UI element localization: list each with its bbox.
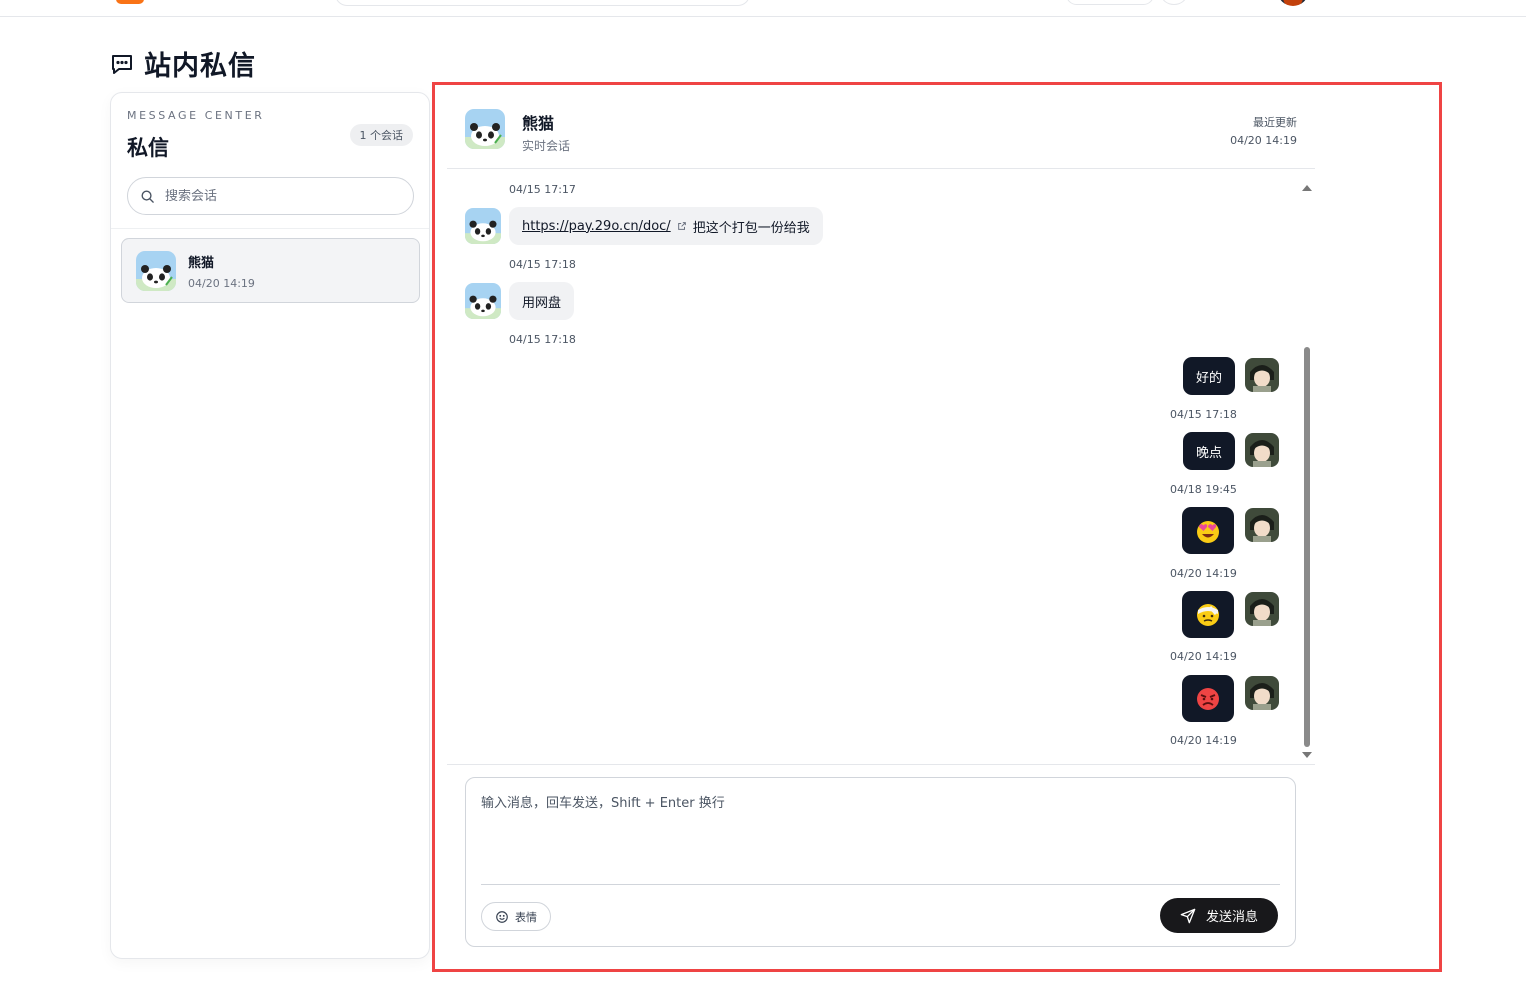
user-avatar[interactable]: [1278, 0, 1308, 6]
message-timestamp: 04/15 17:18: [1170, 408, 1237, 421]
user-avatar: [1245, 508, 1279, 542]
message-timestamp: 04/18 19:45: [1170, 483, 1237, 496]
conversation-search-input[interactable]: [165, 188, 385, 204]
global-search[interactable]: [335, 0, 750, 6]
page-title-text: 站内私信: [144, 51, 256, 82]
message-text: 好的: [1196, 370, 1223, 386]
conversation-search[interactable]: [127, 177, 414, 215]
heart-eyes-face-icon: [1197, 520, 1219, 543]
user-avatar: [1245, 676, 1279, 710]
external-link-icon: [677, 222, 686, 230]
emoji-button-label: 表情: [515, 910, 537, 924]
scroll-up-arrow-icon[interactable]: [1302, 185, 1312, 191]
message-timestamp: 04/15 17:17: [509, 183, 576, 196]
message-scrollbar[interactable]: [1301, 182, 1313, 762]
bandage-face-icon: [1197, 603, 1219, 626]
last-updated-time: 04/20 14:19: [1230, 134, 1297, 147]
smiley-icon: [496, 910, 508, 923]
message-text: 晚点: [1196, 445, 1223, 461]
send-button-label: 发送消息: [1205, 910, 1258, 925]
nav-pill-button[interactable]: [1066, 0, 1154, 5]
chat-partner-name: 熊猫: [522, 114, 555, 133]
composer-divider-line: [481, 884, 1280, 885]
message-bubble-outgoing: [1182, 591, 1234, 638]
message-timestamp: 04/15 17:18: [509, 333, 576, 346]
top-nav: [0, 0, 1526, 17]
scroll-down-arrow-icon[interactable]: [1302, 752, 1312, 758]
user-avatar: [1245, 358, 1279, 392]
message-timestamp: 04/20 14:19: [1170, 734, 1237, 747]
message-link[interactable]: https://pay.29o.cn/doc/: [522, 219, 671, 234]
chat-bubble-icon: [112, 54, 132, 74]
conversation-count-badge: 1 个会话: [349, 124, 413, 146]
page-title: 站内私信: [110, 44, 256, 83]
message-composer: 表情 发送消息: [465, 777, 1296, 947]
angry-face-icon: [1197, 687, 1219, 710]
chat-subtitle: 实时会话: [522, 139, 571, 153]
composer-divider: [447, 764, 1315, 765]
message-bubble-outgoing: 好的: [1183, 357, 1235, 395]
message-timestamp: 04/20 14:19: [1170, 567, 1237, 580]
panda-avatar: [136, 250, 176, 291]
message-bubble-outgoing: 晚点: [1183, 432, 1235, 470]
chat-header: 熊猫 实时会话 最近更新 04/20 14:19: [447, 97, 1315, 169]
panda-avatar: [465, 283, 501, 319]
message-timestamp: 04/15 17:18: [509, 258, 576, 271]
sidebar-eyebrow: MESSAGE CENTER: [127, 109, 265, 122]
scroll-thumb[interactable]: [1304, 347, 1310, 747]
panda-avatar: [465, 109, 505, 149]
conversation-name: 熊猫: [188, 255, 215, 271]
emoji-button[interactable]: 表情: [481, 902, 551, 931]
last-updated-label: 最近更新: [1253, 116, 1297, 129]
conversation-sidebar: MESSAGE CENTER 私信 1 个会话 熊猫 04/20 14: [110, 92, 430, 959]
search-icon: [141, 190, 154, 203]
message-input[interactable]: [481, 792, 1277, 878]
sidebar-header: MESSAGE CENTER 私信 1 个会话: [111, 93, 429, 229]
user-avatar: [1245, 433, 1279, 467]
message-text: 用网盘: [522, 295, 562, 311]
site-logo[interactable]: [116, 0, 144, 4]
message-list[interactable]: 04/15 17:17 https://pay.29o.cn/doc/ 把这个打…: [447, 170, 1315, 763]
conversation-time: 04/20 14:19: [188, 276, 255, 290]
send-message-button[interactable]: 发送消息: [1160, 898, 1278, 933]
chat-panel: 熊猫 实时会话 最近更新 04/20 14:19 04/15 17:17 htt…: [432, 82, 1442, 972]
send-icon: [1180, 908, 1196, 923]
message-bubble-incoming: https://pay.29o.cn/doc/ 把这个打包一份给我: [509, 207, 823, 245]
message-text: 把这个打包一份给我: [692, 220, 810, 236]
message-bubble-outgoing: [1182, 675, 1234, 722]
conversation-item[interactable]: 熊猫 04/20 14:19: [121, 238, 420, 303]
panda-avatar: [465, 208, 501, 244]
message-timestamp: 04/20 14:19: [1170, 650, 1237, 663]
message-bubble-incoming: 用网盘: [509, 282, 575, 320]
nav-circle-button[interactable]: [1161, 0, 1187, 5]
user-avatar: [1245, 592, 1279, 626]
message-bubble-outgoing: [1182, 507, 1234, 554]
